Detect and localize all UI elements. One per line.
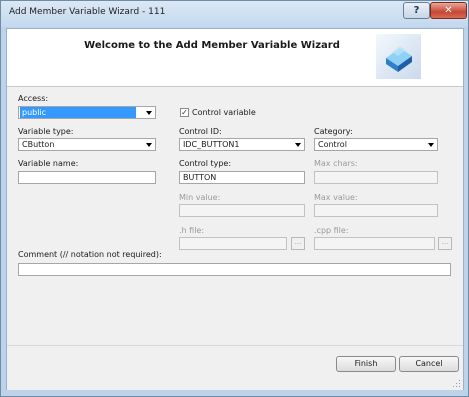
wizard-header: Welcome to the Add Member Variable Wizar… bbox=[7, 29, 463, 87]
h-file-input[interactable] bbox=[179, 237, 287, 250]
comment-label: Comment (// notation not required): bbox=[18, 250, 162, 259]
max-value-label: Max value: bbox=[314, 193, 358, 202]
access-selected-value: public bbox=[20, 107, 136, 118]
close-icon: ✕ bbox=[444, 5, 453, 16]
chevron-down-icon bbox=[295, 143, 301, 147]
finish-button[interactable]: Finish bbox=[336, 356, 396, 372]
control-type-label: Control type: bbox=[179, 159, 232, 168]
variable-type-label: Variable type: bbox=[18, 127, 74, 136]
cpp-file-browse-button[interactable]: ... bbox=[438, 237, 452, 250]
help-button[interactable]: ? bbox=[403, 2, 430, 19]
min-value-input[interactable] bbox=[179, 204, 305, 217]
max-chars-input[interactable] bbox=[314, 171, 438, 184]
window-title: Add Member Variable Wizard - 111 bbox=[9, 7, 166, 17]
control-variable-checkbox[interactable]: ✓ bbox=[180, 108, 189, 117]
control-type-field[interactable]: BUTTON bbox=[179, 171, 305, 184]
resize-grip-icon[interactable] bbox=[453, 380, 461, 388]
chevron-down-icon bbox=[146, 111, 152, 115]
max-chars-label: Max chars: bbox=[314, 159, 358, 168]
chevron-down-icon bbox=[428, 143, 434, 147]
variable-type-value: CButton bbox=[22, 140, 55, 149]
variable-name-label: Variable name: bbox=[18, 159, 79, 168]
cpp-file-label: .cpp file: bbox=[314, 226, 349, 235]
wizard-footer: Finish Cancel bbox=[7, 345, 463, 390]
access-label: Access: bbox=[18, 94, 49, 103]
wizard-window: Add Member Variable Wizard - 111 ? ✕ Wel… bbox=[0, 0, 469, 397]
h-file-label: .h file: bbox=[179, 226, 205, 235]
control-id-label: Control ID: bbox=[179, 127, 222, 136]
control-variable-label: Control variable bbox=[192, 108, 256, 117]
category-value: Control bbox=[318, 140, 347, 149]
wizard-cube-icon bbox=[376, 34, 421, 79]
variable-type-dropdown[interactable]: CButton bbox=[18, 138, 156, 151]
control-id-value: IDC_BUTTON1 bbox=[183, 140, 240, 149]
cancel-button[interactable]: Cancel bbox=[399, 356, 459, 372]
comment-input[interactable] bbox=[18, 263, 451, 276]
variable-name-input[interactable] bbox=[18, 171, 156, 184]
max-value-input[interactable] bbox=[314, 204, 438, 217]
cpp-file-input[interactable] bbox=[314, 237, 435, 250]
category-dropdown[interactable]: Control bbox=[314, 138, 438, 151]
page-title: Welcome to the Add Member Variable Wizar… bbox=[84, 40, 340, 51]
category-label: Category: bbox=[314, 127, 353, 136]
min-value-label: Min value: bbox=[179, 193, 221, 202]
dialog-client: Welcome to the Add Member Variable Wizar… bbox=[6, 28, 464, 390]
close-button[interactable]: ✕ bbox=[430, 2, 467, 19]
h-file-browse-button[interactable]: ... bbox=[291, 237, 305, 250]
control-id-dropdown[interactable]: IDC_BUTTON1 bbox=[179, 138, 305, 151]
wizard-body: Access: public ✓ Control variable Variab… bbox=[7, 87, 463, 345]
title-bar[interactable]: Add Member Variable Wizard - 111 ? ✕ bbox=[1, 1, 468, 27]
access-dropdown[interactable]: public bbox=[18, 106, 156, 119]
chevron-down-icon bbox=[146, 143, 152, 147]
